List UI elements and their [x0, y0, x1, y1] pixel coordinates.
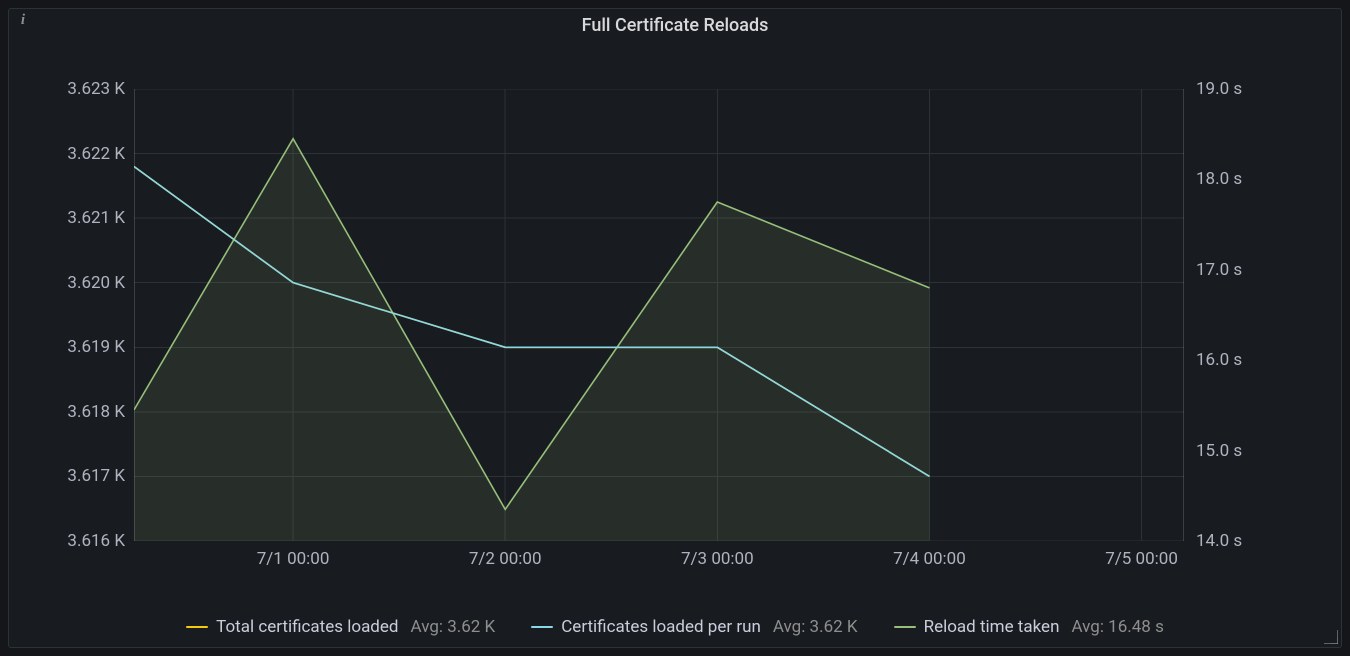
panel-title[interactable]: Full Certificate Reloads — [9, 15, 1341, 36]
chart-plot-area[interactable] — [134, 89, 1184, 541]
axis-tick-label: 3.618 K — [67, 402, 125, 422]
axis-tick-label: 3.619 K — [67, 337, 125, 357]
legend-series-stat: Avg: 3.62 K — [411, 617, 496, 637]
axis-tick-label: 3.617 K — [67, 466, 125, 486]
chart-panel: i Full Certificate Reloads 3.616 K3.617 … — [8, 8, 1342, 648]
axis-tick-label: 7/5 00:00 — [1105, 549, 1178, 569]
axis-tick-label: 3.621 K — [67, 208, 125, 228]
axis-tick-label: 18.0 s — [1196, 169, 1242, 189]
legend-item[interactable]: Certificates loaded per run Avg: 3.62 K — [531, 617, 857, 637]
axis-tick-label: 3.620 K — [67, 273, 125, 293]
axis-tick-label: 3.616 K — [67, 531, 125, 551]
legend-item[interactable]: Reload time taken Avg: 16.48 s — [894, 617, 1164, 637]
axis-tick-label: 7/1 00:00 — [257, 549, 330, 569]
axis-tick-label: 19.0 s — [1196, 79, 1242, 99]
axis-tick-label: 15.0 s — [1196, 441, 1242, 461]
axis-tick-label: 7/2 00:00 — [469, 549, 542, 569]
legend-series-name: Reload time taken — [924, 617, 1060, 637]
axis-tick-label: 17.0 s — [1196, 260, 1242, 280]
legend-series-name: Total certificates loaded — [216, 617, 398, 637]
axis-tick-label: 7/3 00:00 — [681, 549, 754, 569]
legend-series-stat: Avg: 3.62 K — [773, 617, 858, 637]
axis-tick-label: 3.623 K — [67, 79, 125, 99]
legend-series-stat: Avg: 16.48 s — [1071, 617, 1163, 637]
axis-tick-label: 3.622 K — [67, 144, 125, 164]
legend-item[interactable]: Total certificates loaded Avg: 3.62 K — [186, 617, 495, 637]
legend-color-swatch — [186, 626, 208, 628]
axis-tick-label: 16.0 s — [1196, 350, 1242, 370]
legend-series-name: Certificates loaded per run — [561, 617, 761, 637]
axis-tick-label: 7/4 00:00 — [893, 549, 966, 569]
axis-tick-label: 14.0 s — [1196, 531, 1242, 551]
legend-color-swatch — [531, 626, 553, 628]
chart-legend: Total certificates loadedAvg: 3.62 KCert… — [9, 617, 1341, 637]
legend-color-swatch — [894, 626, 916, 628]
